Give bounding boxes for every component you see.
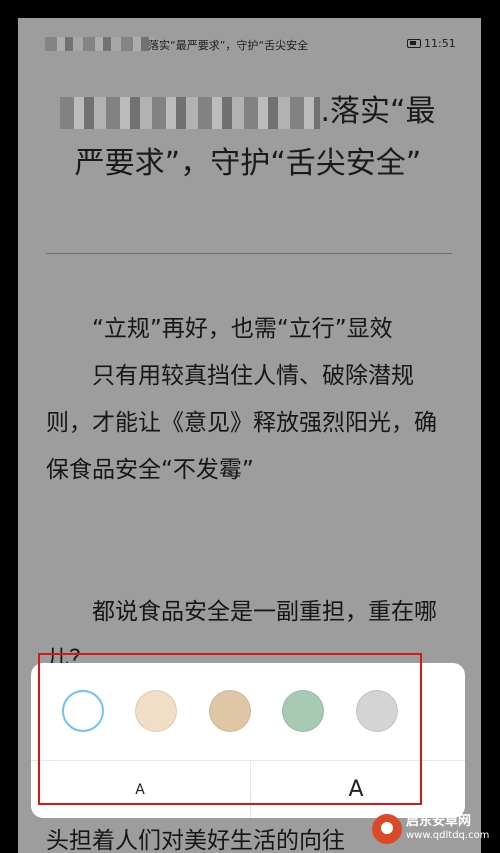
clock: 11:51 bbox=[424, 37, 456, 50]
font-size-increase-button[interactable]: A bbox=[247, 761, 465, 818]
phone-screen: 落实“最严要求”，守护“舌尖安全 11:51 .落实“最严要求”，守护“舌尖安全… bbox=[18, 18, 481, 853]
battery-icon bbox=[407, 39, 421, 48]
background-swatch-beige[interactable] bbox=[135, 690, 177, 732]
background-swatch-gray[interactable] bbox=[356, 690, 398, 732]
blurred-source-name bbox=[45, 37, 155, 51]
status-title: 落实“最严要求”，守护“舌尖安全 bbox=[148, 39, 309, 52]
article-paragraph: 只有用较真挡住人情、破除潜规则，才能让《意见》释放强烈阳光，确保食品安全“不发霉… bbox=[46, 363, 437, 483]
site-watermark: 启东安卓网 www.qdltdq.com bbox=[372, 812, 500, 846]
watermark-name: 启东安卓网 bbox=[406, 814, 472, 829]
background-swatch-tan[interactable] bbox=[209, 690, 251, 732]
watermark-logo-icon bbox=[372, 814, 402, 844]
status-bar: 落实“最严要求”，守护“舌尖安全 11:51 bbox=[18, 18, 481, 70]
headline-divider bbox=[46, 253, 452, 254]
background-swatch-white[interactable] bbox=[62, 690, 104, 732]
background-swatch-green[interactable] bbox=[282, 690, 324, 732]
reading-settings-panel: A A bbox=[31, 663, 465, 818]
article-body: “立规”再好，也需“立行”显效 只有用较真挡住人情、破除潜规则，才能让《意见》释… bbox=[46, 306, 456, 683]
article-headline: .落实“最严要求”，守护“舌尖安全” bbox=[48, 86, 448, 190]
article-subheading: “立规”再好，也需“立行”显效 bbox=[92, 316, 393, 342]
font-size-decrease-button[interactable]: A bbox=[31, 761, 249, 818]
watermark-url: www.qdltdq.com bbox=[406, 830, 490, 841]
blurred-headline-prefix bbox=[60, 96, 321, 129]
